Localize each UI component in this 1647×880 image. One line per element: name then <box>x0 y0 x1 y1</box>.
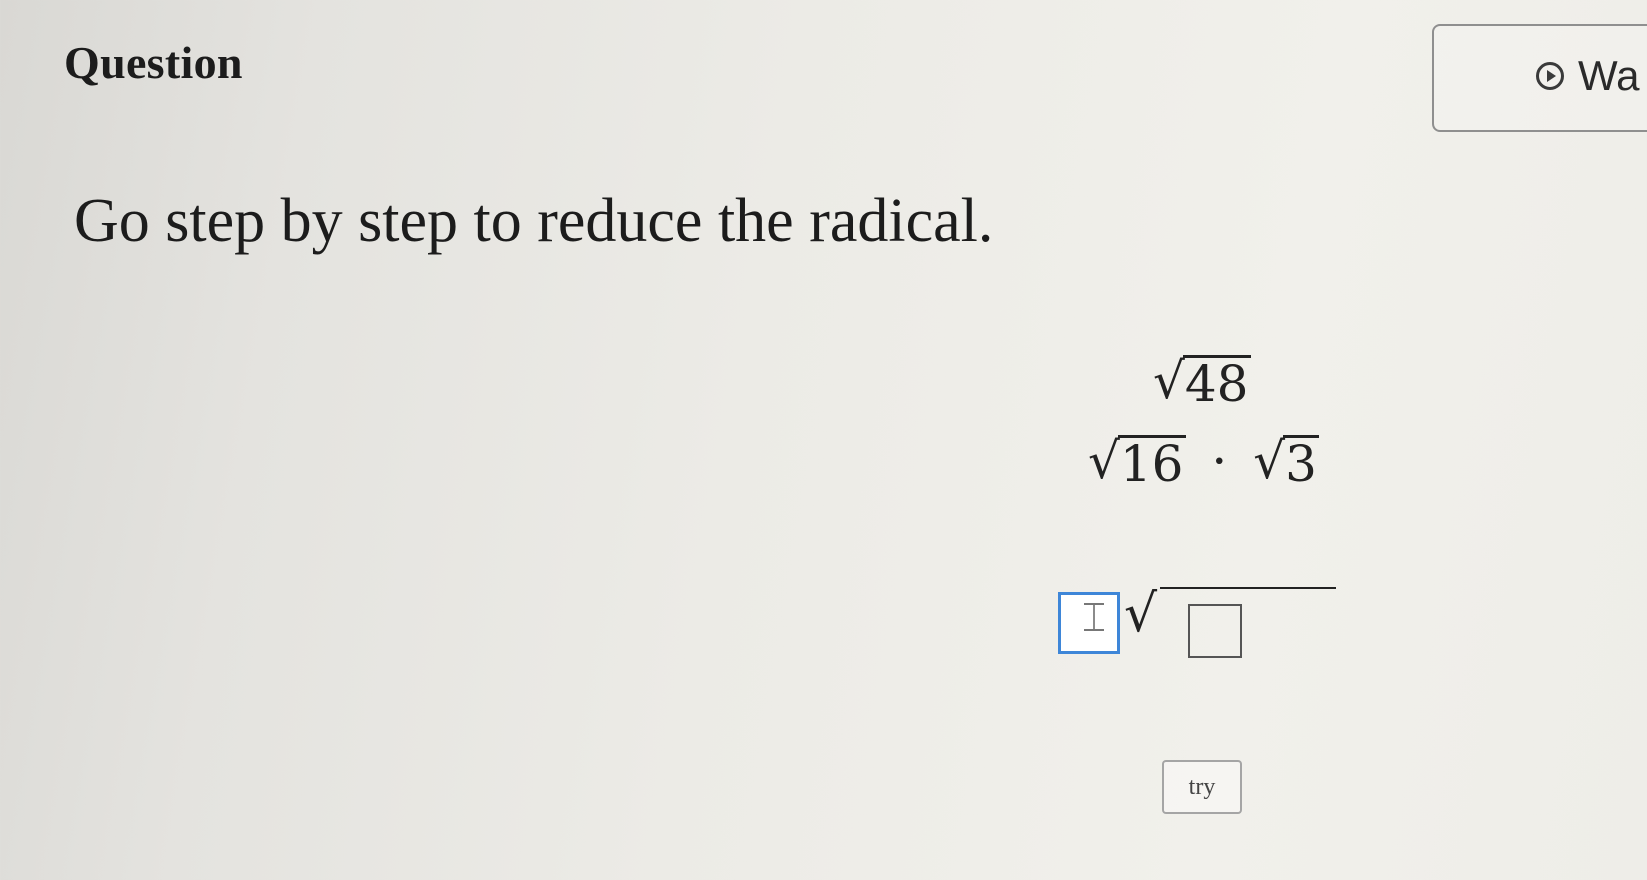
play-circle-icon <box>1536 62 1564 90</box>
radical-16: √ 16 <box>1088 432 1186 490</box>
step-2: √ 16 · √ 3 <box>1088 432 1319 490</box>
radical-48: √ 48 <box>1153 352 1251 410</box>
video-label: Wa <box>1578 52 1640 99</box>
instruction-text: Go step by step to reduce the radical. <box>74 187 994 255</box>
step-1: √ 48 <box>1153 352 1251 410</box>
radicand-value: 16 <box>1117 434 1186 493</box>
radicand-value: 48 <box>1182 354 1251 413</box>
radical-bar <box>1160 587 1336 589</box>
text-cursor-icon: ⌶ <box>1082 595 1106 641</box>
multiply-dot: · <box>1211 432 1228 490</box>
radicand-value: 3 <box>1283 434 1319 493</box>
try-button[interactable]: try <box>1162 760 1242 814</box>
answer-radical-sign: √ <box>1124 584 1158 644</box>
radicand-input[interactable] <box>1188 604 1242 658</box>
answer-row: ⌶ √ <box>1058 584 1336 658</box>
video-button[interactable]: Wa <box>1432 24 1647 132</box>
radical-sign: √ <box>1088 432 1120 490</box>
radical-sign: √ <box>1253 432 1286 490</box>
radical-sign: √ <box>1153 352 1185 410</box>
radical-3: √ 3 <box>1253 432 1319 490</box>
question-title: Question <box>64 37 243 88</box>
